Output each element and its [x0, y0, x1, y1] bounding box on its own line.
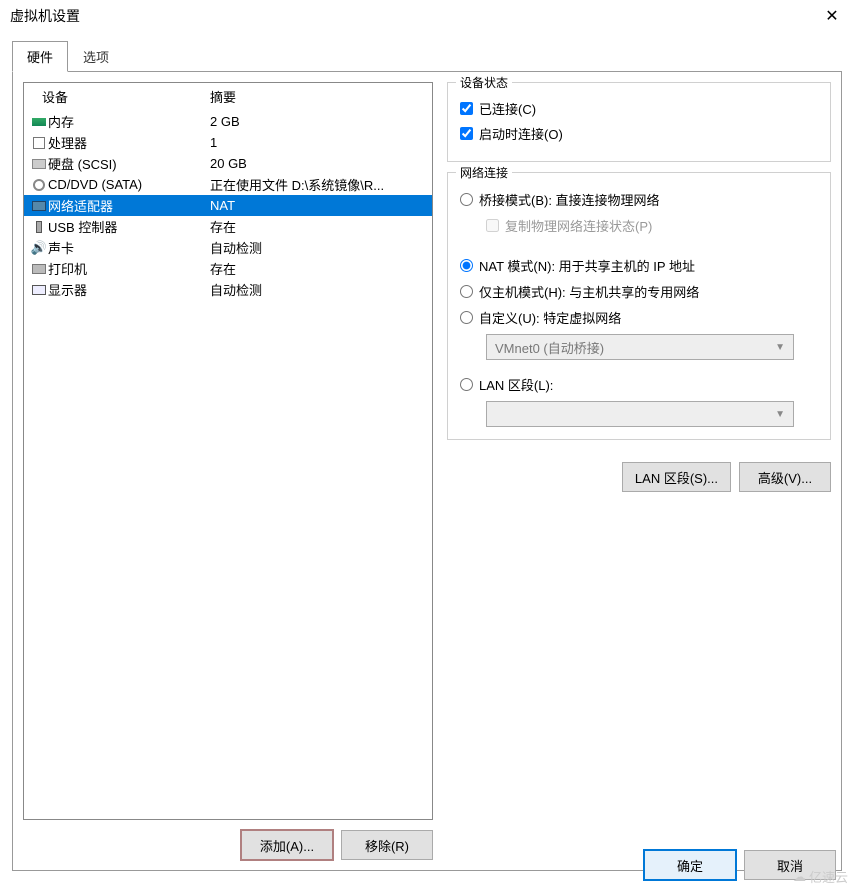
lan-segment-radio[interactable]: LAN 区段(L): — [460, 375, 818, 394]
chevron-down-icon: ▼ — [775, 409, 785, 420]
connected-checkbox[interactable]: 已连接(C) — [460, 99, 818, 118]
device-name: 声卡 — [48, 238, 210, 257]
disk-icon — [30, 156, 48, 172]
hardware-list: 设备 摘要 内存2 GB处理器1硬盘 (SCSI)20 GBCD/DVD (SA… — [23, 82, 433, 820]
sound-icon: 🔊 — [30, 240, 48, 256]
hostonly-radio[interactable]: 仅主机模式(H): 与主机共享的专用网络 — [460, 282, 818, 301]
network-icon — [30, 198, 48, 214]
device-name: CD/DVD (SATA) — [48, 177, 210, 192]
network-connection-title: 网络连接 — [456, 164, 512, 181]
device-name: 内存 — [48, 112, 210, 131]
device-summary: NAT — [210, 198, 426, 213]
device-summary: 正在使用文件 D:\系统镜像\R... — [210, 175, 426, 194]
lan-segments-button[interactable]: LAN 区段(S)... — [622, 462, 731, 492]
hardware-row[interactable]: 网络适配器NAT — [24, 195, 432, 216]
remove-button[interactable]: 移除(R) — [341, 830, 433, 860]
device-summary: 自动检测 — [210, 238, 426, 257]
custom-radio[interactable]: 自定义(U): 特定虚拟网络 — [460, 308, 818, 327]
device-name: 显示器 — [48, 280, 210, 299]
device-status-group: 设备状态 已连接(C) 启动时连接(O) — [447, 82, 831, 162]
hardware-row[interactable]: 打印机存在 — [24, 258, 432, 279]
hardware-row[interactable]: USB 控制器存在 — [24, 216, 432, 237]
header-summary: 摘要 — [210, 87, 236, 106]
device-name: 网络适配器 — [48, 196, 210, 215]
header-device: 设备 — [30, 87, 210, 106]
hardware-row[interactable]: CD/DVD (SATA)正在使用文件 D:\系统镜像\R... — [24, 174, 432, 195]
device-summary: 20 GB — [210, 156, 426, 171]
device-summary: 2 GB — [210, 114, 426, 129]
network-connection-group: 网络连接 桥接模式(B): 直接连接物理网络 复制物理网络连接状态(P) NAT… — [447, 172, 831, 440]
usb-icon — [30, 219, 48, 235]
cpu-icon — [30, 135, 48, 151]
window-title: 虚拟机设置 — [10, 6, 820, 26]
ok-button[interactable]: 确定 — [644, 850, 736, 880]
bridged-radio[interactable]: 桥接模式(B): 直接连接物理网络 — [460, 190, 818, 209]
cancel-button[interactable]: 取消 — [744, 850, 836, 880]
close-icon[interactable]: ✕ — [820, 6, 844, 26]
memory-icon — [30, 114, 48, 130]
cd-icon — [30, 177, 48, 193]
tab-options[interactable]: 选项 — [68, 41, 124, 72]
device-summary: 存在 — [210, 217, 426, 236]
hardware-row[interactable]: 显示器自动检测 — [24, 279, 432, 300]
printer-icon — [30, 261, 48, 277]
display-icon — [30, 282, 48, 298]
device-name: USB 控制器 — [48, 217, 210, 236]
hardware-row[interactable]: 内存2 GB — [24, 111, 432, 132]
hardware-row[interactable]: 硬盘 (SCSI)20 GB — [24, 153, 432, 174]
hardware-row[interactable]: 🔊声卡自动检测 — [24, 237, 432, 258]
device-name: 硬盘 (SCSI) — [48, 154, 210, 173]
device-summary: 存在 — [210, 259, 426, 278]
chevron-down-icon: ▼ — [775, 342, 785, 353]
device-name: 打印机 — [48, 259, 210, 278]
advanced-button[interactable]: 高级(V)... — [739, 462, 831, 492]
device-summary: 1 — [210, 135, 426, 150]
connect-at-power-checkbox[interactable]: 启动时连接(O) — [460, 124, 818, 143]
device-summary: 自动检测 — [210, 280, 426, 299]
device-status-title: 设备状态 — [456, 74, 512, 91]
add-button[interactable]: 添加(A)... — [241, 830, 333, 860]
hardware-row[interactable]: 处理器1 — [24, 132, 432, 153]
device-name: 处理器 — [48, 133, 210, 152]
custom-network-select: VMnet0 (自动桥接) ▼ — [486, 334, 794, 360]
nat-radio[interactable]: NAT 模式(N): 用于共享主机的 IP 地址 — [460, 256, 818, 275]
lan-segment-select: ▼ — [486, 401, 794, 427]
replicate-checkbox: 复制物理网络连接状态(P) — [486, 216, 818, 235]
tab-hardware[interactable]: 硬件 — [12, 41, 68, 72]
